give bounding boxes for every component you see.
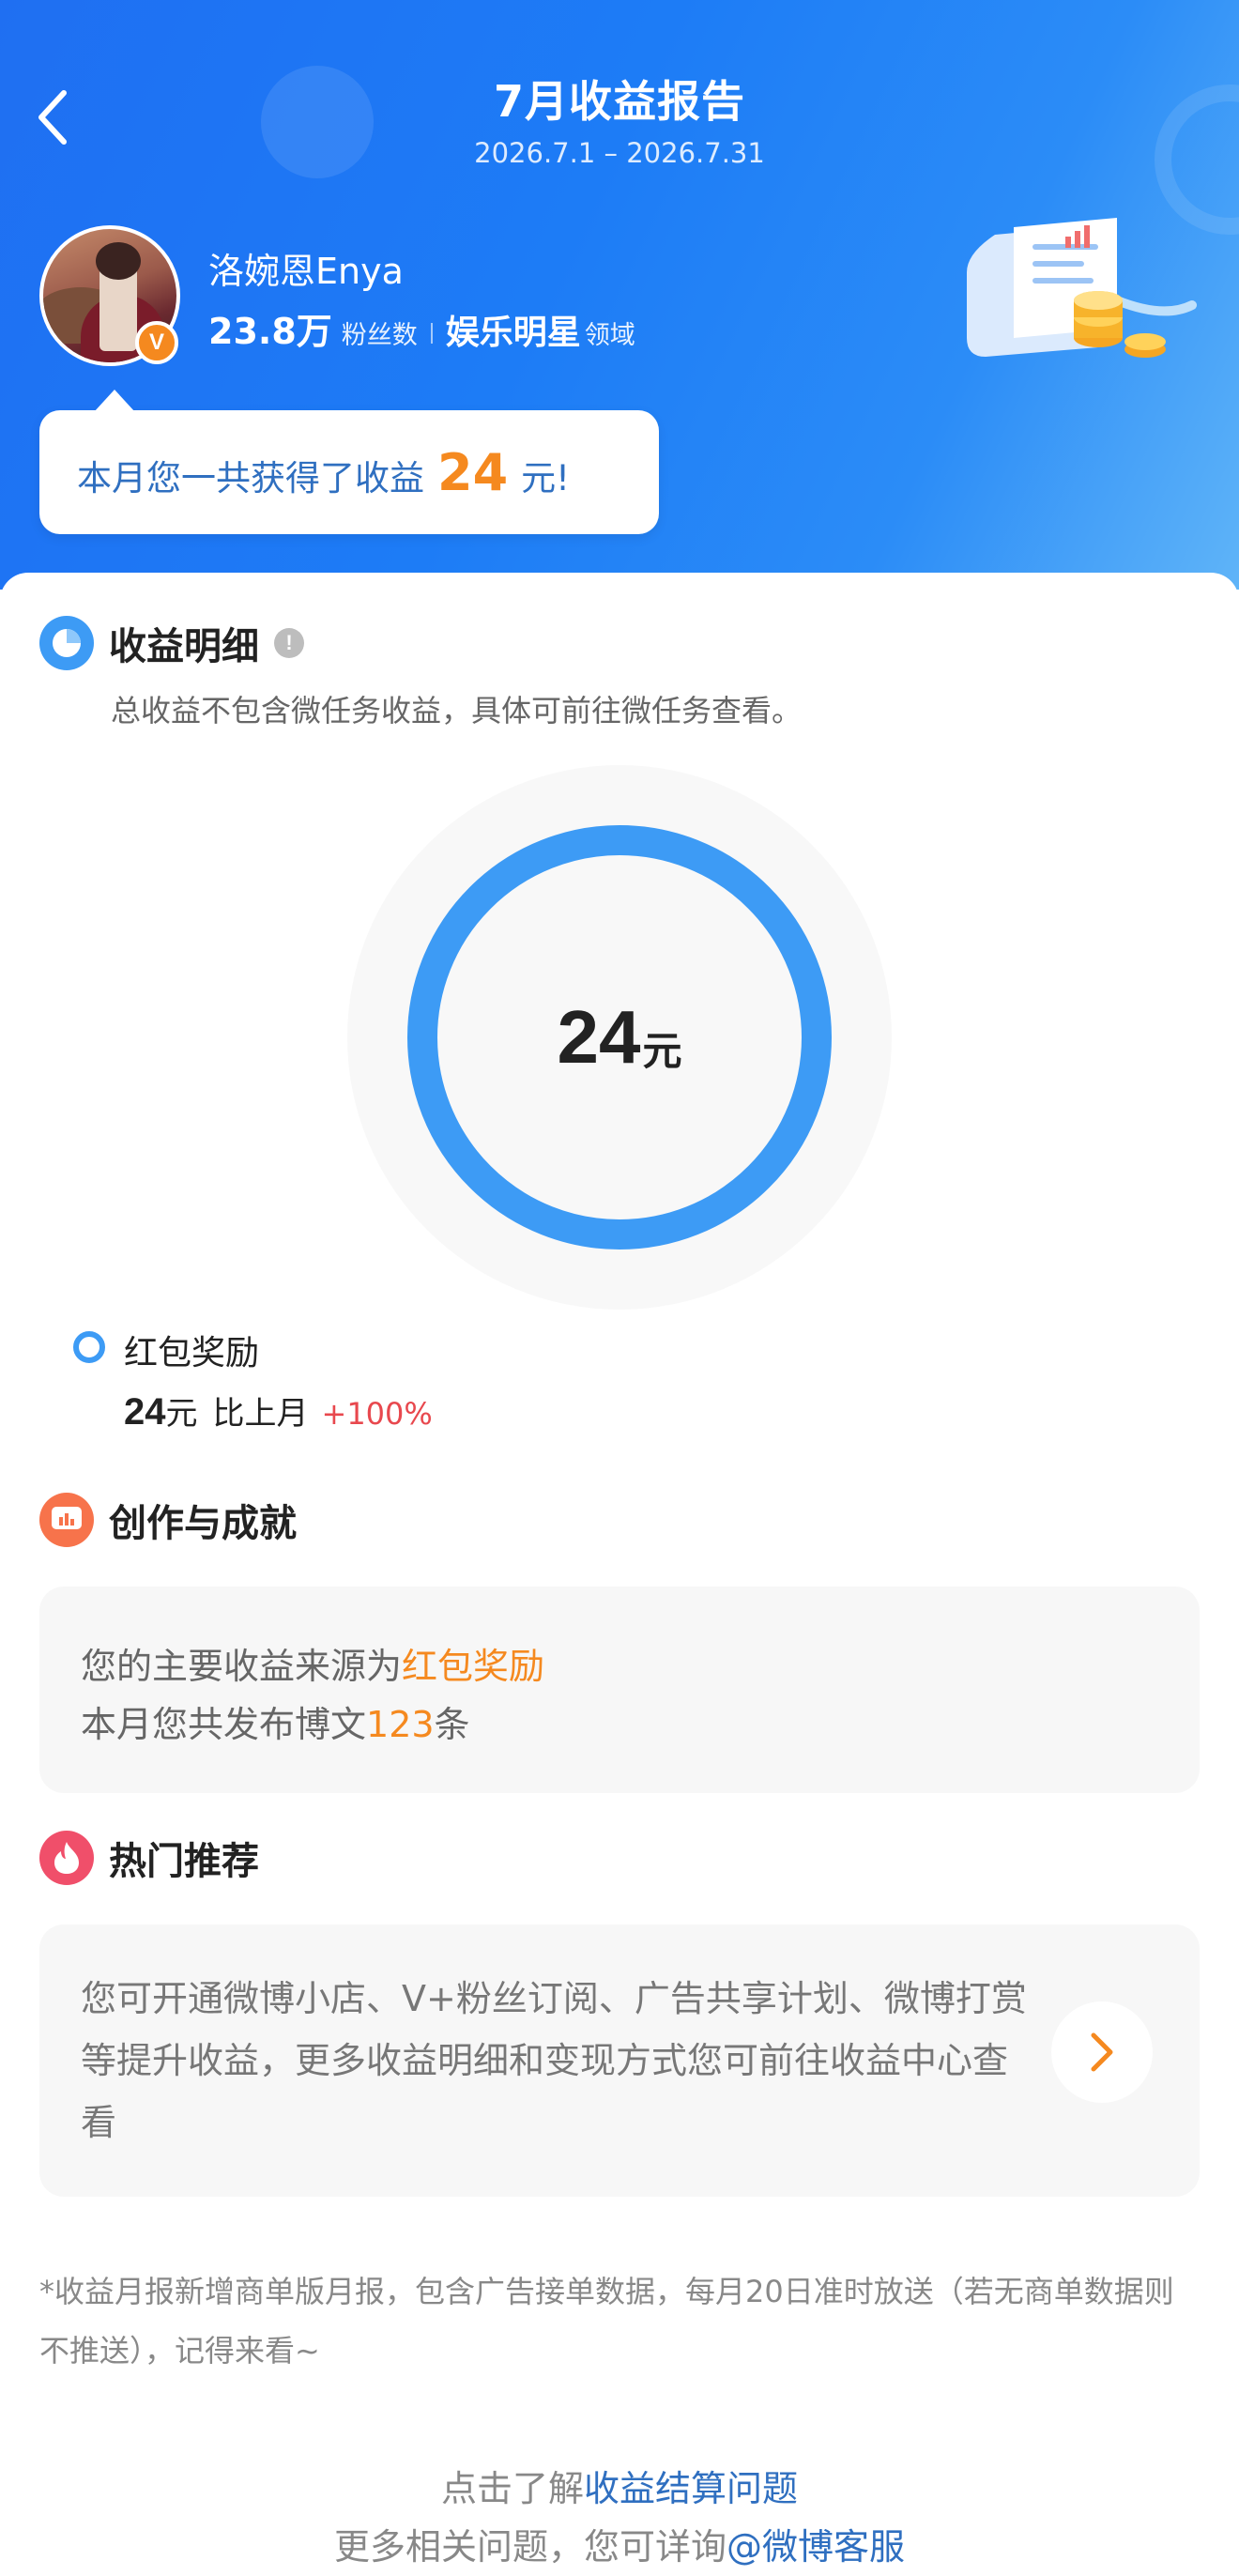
legend-change: +100% — [321, 1396, 433, 1432]
footer-line2-prefix: 更多相关问题，您可详询 — [333, 2526, 727, 2568]
achievement-header: 创作与成就 — [39, 1493, 297, 1547]
legend-unit: 元 — [165, 1395, 198, 1433]
legend-dot-icon — [73, 1331, 105, 1363]
hot-card[interactable]: 您可开通微博小店、V+粉丝订阅、广告共享计划、微博打赏等提升收益，更多收益明细和… — [39, 1924, 1200, 2197]
fans-count: 23.8万 — [208, 311, 332, 352]
footnote: *收益月报新增商单版月报，包含广告接单数据，每月20日准时放送（若无商单数据则不… — [39, 2274, 1174, 2369]
stats-divider — [430, 323, 433, 344]
hot-header: 热门推荐 — [39, 1831, 259, 1885]
report-header: 7月收益报告 2026.7.1 – 2026.7.31 V 洛婉恩Enya 23… — [0, 0, 1239, 590]
achievement-card: 您的主要收益来源为红包奖励 本月您共发布博文123条 — [39, 1587, 1200, 1793]
fans-label: 粉丝数 — [341, 321, 418, 350]
source-prefix: 您的主要收益来源为 — [81, 1646, 403, 1687]
chevron-right-icon — [1091, 2032, 1113, 2072]
footer-settlement-line: 点击了解收益结算问题 — [0, 2460, 1239, 2511]
achievement-line-posts: 本月您共发布博文123条 — [81, 1695, 470, 1747]
weibo-service-link[interactable]: @微博客服 — [727, 2526, 905, 2568]
report-content: 收益明细 ! 总收益不包含微任务收益，具体可前往微任务查看。 24 元 红包奖励… — [0, 573, 1239, 2576]
legend-compare-label: 比上月 — [212, 1395, 309, 1433]
source-highlight: 红包奖励 — [402, 1646, 545, 1687]
achievement-line-source: 您的主要收益来源为红包奖励 — [81, 1637, 544, 1689]
legend-value: 24 — [124, 1391, 166, 1433]
achievement-title: 创作与成就 — [109, 1502, 297, 1545]
flame-icon — [39, 1831, 94, 1885]
income-summary-bubble: 本月您一共获得了收益 24 元! — [39, 390, 659, 534]
legend-values: 24 元 比上月 +100% — [124, 1388, 433, 1434]
pie-chart-icon — [39, 616, 94, 670]
chart-board-icon — [39, 1493, 94, 1547]
posts-count: 123 — [366, 1704, 435, 1745]
hot-title: 热门推荐 — [109, 1840, 259, 1883]
info-icon[interactable]: ! — [274, 628, 304, 658]
footer-line1-prefix: 点击了解 — [440, 2468, 584, 2509]
income-detail-description: 总收益不包含微任务收益，具体可前往微任务查看。 — [111, 693, 803, 728]
donut-total-value: 24 — [557, 995, 641, 1079]
go-income-center-button[interactable] — [1051, 2001, 1153, 2103]
summary-amount: 24 — [437, 442, 509, 502]
income-detail-title: 收益明细 — [109, 625, 259, 668]
hot-recommendation-text: 您可开通微博小店、V+粉丝订阅、广告共享计划、微博打赏等提升收益，更多收益明细和… — [81, 1978, 1027, 2143]
income-detail-header: 收益明细 ! — [39, 616, 304, 670]
verified-badge-icon: V — [135, 321, 178, 364]
user-name: 洛婉恩Enya — [208, 251, 404, 292]
receipt-coins-illustration — [967, 218, 1197, 358]
domain-name: 娱乐明星 — [445, 314, 581, 352]
summary-prefix: 本月您一共获得了收益 — [77, 457, 424, 498]
settlement-issues-link[interactable]: 收益结算问题 — [584, 2468, 798, 2509]
income-donut-chart: 24 元 — [347, 765, 892, 1310]
user-stats: 23.8万 粉丝数 娱乐明星 领域 — [208, 302, 635, 354]
summary-suffix: 元! — [521, 457, 570, 498]
legend-label: 红包奖励 — [124, 1334, 260, 1372]
footer-service-line: 更多相关问题，您可详询@微博客服 — [0, 2518, 1239, 2569]
date-range: 2026.7.1 – 2026.7.31 — [474, 137, 765, 169]
domain-label: 领域 — [584, 321, 635, 350]
posts-prefix: 本月您共发布博文 — [81, 1704, 367, 1745]
page-title: 7月收益报告 — [493, 76, 745, 127]
posts-suffix: 条 — [434, 1704, 470, 1745]
donut-total-unit: 元 — [642, 1027, 682, 1074]
